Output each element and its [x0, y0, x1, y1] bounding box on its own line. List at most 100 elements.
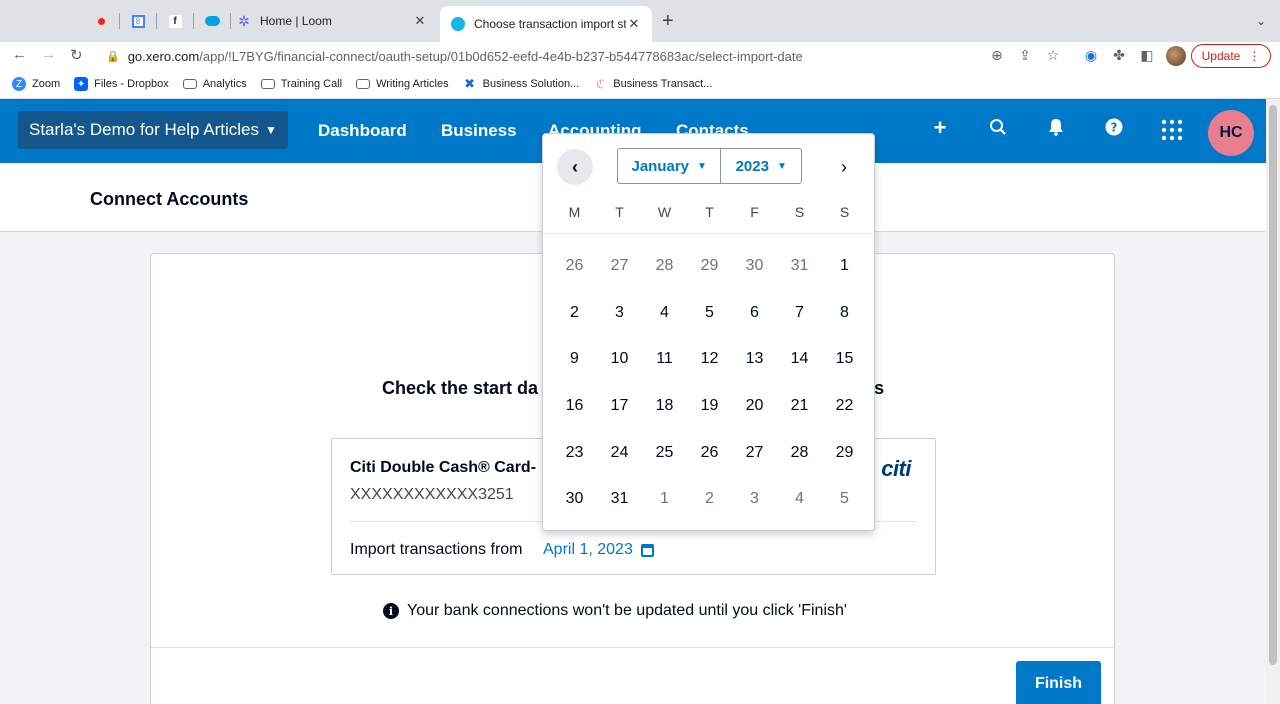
calendar-day[interactable]: 8: [822, 304, 867, 322]
calendar-day[interactable]: 2: [552, 304, 597, 322]
back-arrow-icon[interactable]: ←: [12, 46, 27, 63]
calendar-day[interactable]: 28: [642, 257, 687, 275]
calendar-day[interactable]: 23: [552, 444, 597, 462]
calendar-day[interactable]: 16: [552, 397, 597, 415]
caret-down-icon: ▼: [697, 160, 707, 172]
calendar-day[interactable]: 10: [597, 350, 642, 368]
import-date-link[interactable]: April 1, 2023: [543, 541, 654, 559]
calendar-day[interactable]: 26: [552, 257, 597, 275]
app-c-icon: ℭ: [596, 77, 605, 91]
account-name: Citi Double Cash® Card-: [350, 459, 537, 476]
calendar-day[interactable]: 20: [732, 397, 777, 415]
side-panel-icon[interactable]: ◧: [1138, 47, 1156, 64]
calendar-day[interactable]: 19: [687, 397, 732, 415]
page-title: Connect Accounts: [90, 189, 249, 209]
extensions-icon[interactable]: ✤: [1110, 47, 1128, 64]
password-manager-icon[interactable]: ◉: [1082, 47, 1100, 64]
tab-xero[interactable]: Choose transaction import star ✕: [440, 6, 652, 42]
calendar-day[interactable]: 9: [552, 350, 597, 368]
calendar-day[interactable]: 6: [732, 304, 777, 322]
update-button[interactable]: Update ⋮: [1191, 44, 1271, 68]
bookmark-business-solution[interactable]: ✖ Business Solution...: [463, 76, 579, 91]
scrollbar-thumb[interactable]: [1269, 105, 1277, 665]
org-switcher-button[interactable]: Starla's Demo for Help Articles ▼: [18, 111, 288, 149]
next-month-button[interactable]: ›: [826, 149, 862, 185]
calendar-day[interactable]: 1: [642, 490, 687, 508]
nav-dashboard[interactable]: Dashboard: [318, 121, 407, 141]
finish-button[interactable]: Finish: [1016, 661, 1101, 704]
star-icon[interactable]: ☆: [1044, 47, 1062, 64]
url-field[interactable]: 🔒 go.xero.com/app/!L7BYG/financial-conne…: [96, 44, 976, 68]
year-select[interactable]: 2023 ▼: [721, 149, 801, 183]
calendar-day[interactable]: 26: [687, 444, 732, 462]
calendar-day[interactable]: 22: [822, 397, 867, 415]
close-icon[interactable]: ✕: [412, 13, 428, 29]
calendar-day[interactable]: 4: [642, 304, 687, 322]
calendar-day[interactable]: 3: [732, 490, 777, 508]
month-select[interactable]: January ▼: [618, 149, 722, 183]
chevron-down-icon[interactable]: ⌄: [1256, 14, 1266, 28]
calendar-day[interactable]: 1: [822, 257, 867, 275]
zoom-icon[interactable]: ⊕: [988, 47, 1006, 64]
close-icon[interactable]: ✕: [626, 16, 642, 32]
calendar-day[interactable]: 27: [732, 444, 777, 462]
calendar-day[interactable]: 12: [687, 350, 732, 368]
weekday-label: S: [839, 204, 850, 220]
new-tab-plus-icon[interactable]: +: [662, 11, 674, 31]
calendar-day[interactable]: 3: [597, 304, 642, 322]
calendar-day[interactable]: 5: [822, 490, 867, 508]
citi-logo: citi: [881, 456, 911, 481]
bookmark-analytics[interactable]: Analytics: [182, 78, 247, 90]
calendar-day[interactable]: 24: [597, 444, 642, 462]
calendar-day[interactable]: 21: [777, 397, 822, 415]
calendar-day[interactable]: 27: [597, 257, 642, 275]
search-icon[interactable]: [986, 118, 1010, 141]
calendar-day[interactable]: 4: [777, 490, 822, 508]
calendar-day[interactable]: 25: [642, 444, 687, 462]
reload-icon[interactable]: ↻: [70, 46, 83, 64]
calendar-day[interactable]: 11: [642, 350, 687, 368]
prev-month-button[interactable]: ‹: [557, 149, 593, 185]
calendar-day[interactable]: 7: [777, 304, 822, 322]
lock-icon: 🔒: [106, 50, 120, 63]
calendar-day[interactable]: 13: [732, 350, 777, 368]
bookmark-dropbox[interactable]: ✦ Files - Dropbox: [74, 77, 169, 91]
calendar-day[interactable]: 31: [597, 490, 642, 508]
user-avatar[interactable]: HC: [1208, 110, 1254, 156]
calendar-day[interactable]: 2: [687, 490, 732, 508]
calendar-day[interactable]: 18: [642, 397, 687, 415]
bookmark-training-call[interactable]: Training Call: [260, 78, 342, 90]
calendar-day[interactable]: 30: [732, 257, 777, 275]
app-grid-icon[interactable]: [1160, 118, 1184, 147]
bookmark-zoom[interactable]: Z Zoom: [12, 77, 60, 91]
google-calendar-icon[interactable]: 8: [129, 12, 147, 30]
app-f-icon[interactable]: f: [166, 12, 184, 30]
nav-business[interactable]: Business: [441, 121, 517, 141]
help-icon[interactable]: ?: [1102, 118, 1126, 141]
tab-loom[interactable]: ✲ Home | Loom ✕: [226, 6, 438, 36]
bell-icon[interactable]: [1044, 118, 1068, 141]
pinned-tabs: 8 f: [92, 12, 240, 30]
calendar-day[interactable]: 28: [777, 444, 822, 462]
record-icon[interactable]: [92, 12, 110, 30]
plus-icon[interactable]: +: [928, 115, 952, 141]
calendar-day[interactable]: 30: [552, 490, 597, 508]
calendar-day[interactable]: 14: [777, 350, 822, 368]
calendar-day[interactable]: 5: [687, 304, 732, 322]
bookmark-writing-articles[interactable]: Writing Articles: [356, 78, 449, 90]
calendar-day[interactable]: 15: [822, 350, 867, 368]
profile-avatar[interactable]: [1166, 46, 1186, 66]
forward-arrow-icon[interactable]: →: [41, 46, 56, 63]
weekday-label: T: [705, 204, 714, 220]
caret-down-icon: ▼: [265, 123, 277, 137]
date-picker: ‹ January ▼ 2023 ▼ › M T W T F S S 26 27 2…: [542, 133, 875, 531]
calendar-day[interactable]: 29: [822, 444, 867, 462]
salesforce-icon[interactable]: [203, 12, 221, 30]
calendar-day[interactable]: 29: [687, 257, 732, 275]
bookmark-business-transact[interactable]: ℭ Business Transact...: [593, 77, 712, 91]
page-scrollbar[interactable]: [1266, 99, 1280, 704]
calendar-week-row: 26 27 28 29 30 31 1: [552, 243, 867, 290]
share-icon[interactable]: ⇪: [1016, 47, 1034, 64]
calendar-day[interactable]: 17: [597, 397, 642, 415]
calendar-day[interactable]: 31: [777, 257, 822, 275]
